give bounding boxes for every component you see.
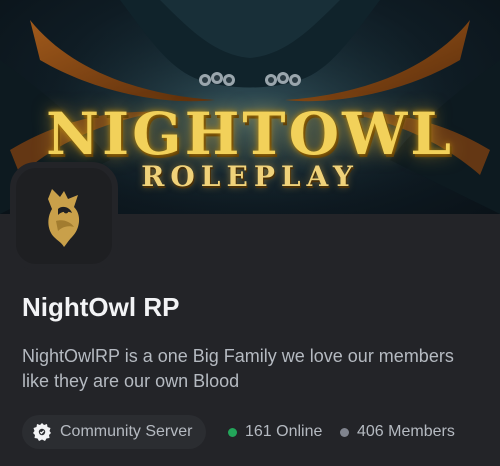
member-count-label: 406 Members	[357, 423, 455, 440]
server-profile-card: NIGHTOWL ROLEPLAY NightOwl RP NightOwlRP…	[0, 0, 500, 466]
community-server-label: Community Server	[60, 423, 193, 440]
gear-badge-icon	[32, 422, 52, 442]
online-count: 161 Online	[228, 415, 322, 449]
online-count-label: 161 Online	[245, 423, 323, 440]
server-description: NightOwlRP is a one Big Family we love o…	[22, 346, 454, 391]
banner-title: NIGHTOWL	[45, 100, 455, 168]
online-status-dot	[228, 427, 237, 437]
server-icon[interactable]	[10, 162, 118, 270]
community-server-badge[interactable]: Community Server	[22, 415, 207, 449]
member-count: 406 Members	[340, 415, 455, 449]
server-name: NightOwl RP	[22, 292, 180, 322]
owl-head-icon	[48, 189, 80, 247]
members-status-dot	[340, 427, 349, 437]
